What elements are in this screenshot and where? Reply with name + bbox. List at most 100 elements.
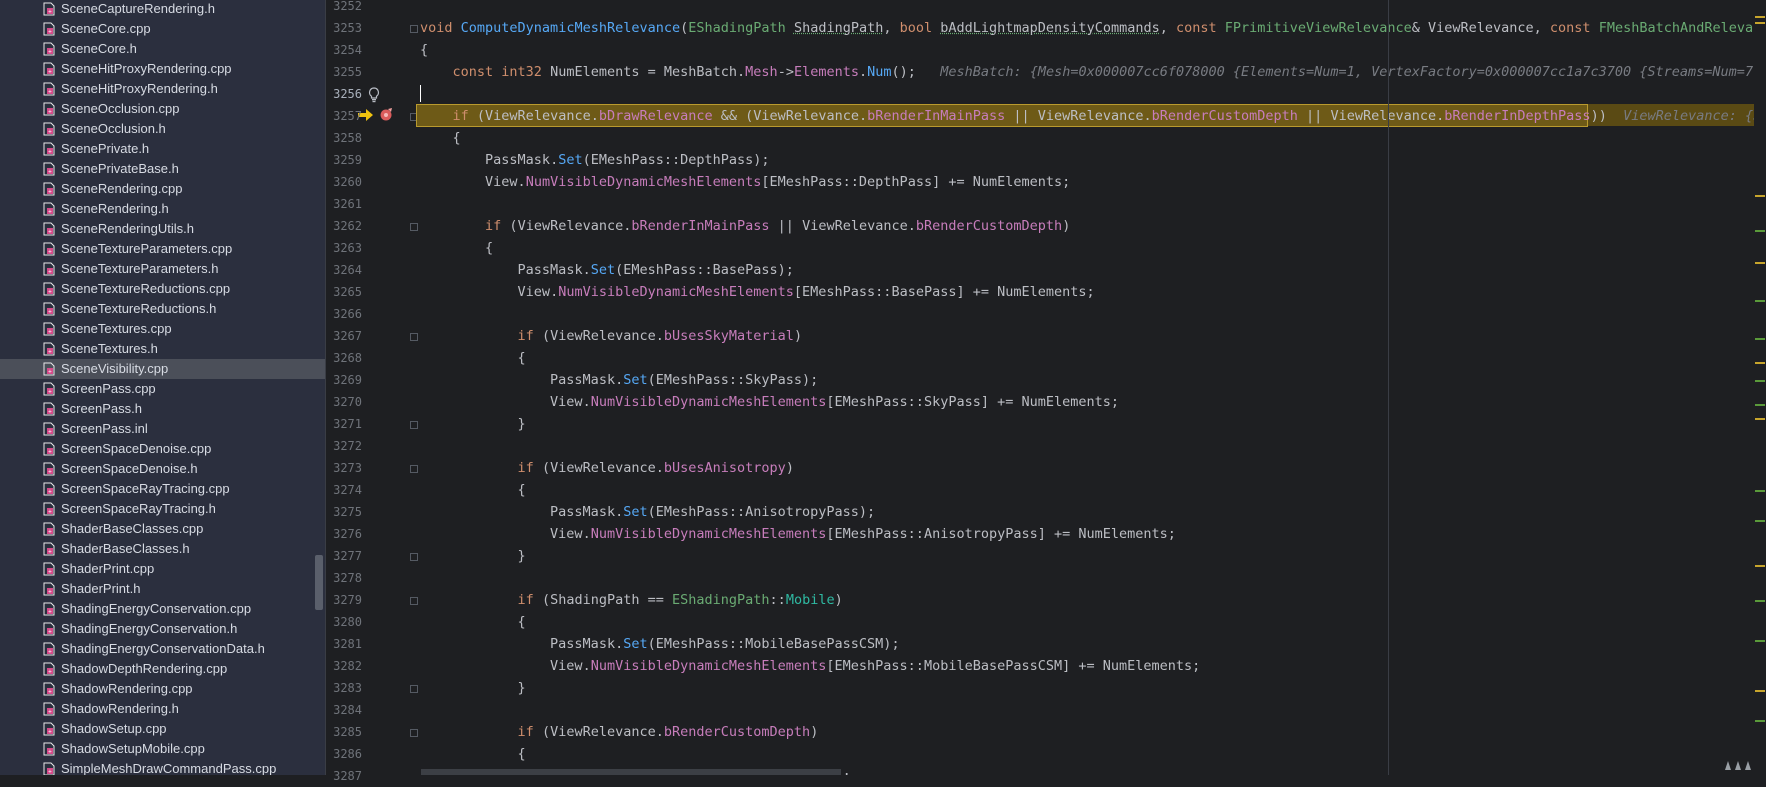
breakpoint-icon[interactable] (379, 107, 394, 122)
file-tree-item[interactable]: + SceneTextureReductions.h (0, 299, 325, 319)
code-line-3269[interactable]: PassMask.Set(EMeshPass::SkyPass); (420, 369, 818, 391)
line-number[interactable]: 3271 (326, 413, 362, 435)
file-tree-item[interactable]: + ShadowRendering.h (0, 699, 325, 719)
file-tree-item[interactable]: + ScenePrivateBase.h (0, 159, 325, 179)
file-tree-item[interactable]: + ShaderBaseClasses.cpp (0, 519, 325, 539)
file-tree-item[interactable]: + ScreenSpaceRayTracing.h (0, 499, 325, 519)
file-tree-item[interactable]: + SceneTextureReductions.cpp (0, 279, 325, 299)
line-number[interactable]: 3276 (326, 523, 362, 545)
code-line-3258[interactable]: { (420, 127, 461, 149)
line-number[interactable]: 3278 (326, 567, 362, 589)
line-number[interactable]: 3283 (326, 677, 362, 699)
file-tree-item[interactable]: + SceneRendering.h (0, 199, 325, 219)
code-line-3263[interactable]: { (420, 237, 493, 259)
line-number[interactable]: 3265 (326, 281, 362, 303)
line-number[interactable]: 3253 (326, 17, 362, 39)
line-number[interactable]: 3274 (326, 479, 362, 501)
file-tree-item[interactable]: + SceneVisibility.cpp (0, 359, 325, 379)
lightbulb-icon[interactable] (368, 87, 380, 103)
line-number[interactable]: 3258 (326, 127, 362, 149)
line-number[interactable]: 3275 (326, 501, 362, 523)
file-tree-item[interactable]: + SceneTextureParameters.cpp (0, 239, 325, 259)
line-number[interactable]: 3261 (326, 193, 362, 215)
line-number[interactable]: 3286 (326, 743, 362, 765)
line-number[interactable]: 3280 (326, 611, 362, 633)
file-tree-item[interactable]: + ShadowDepthRendering.cpp (0, 659, 325, 679)
line-number[interactable]: 3273 (326, 457, 362, 479)
line-number[interactable]: 3281 (326, 633, 362, 655)
line-number[interactable]: 3260 (326, 171, 362, 193)
file-tree-item[interactable]: + SimpleMeshDrawCommandPass.cpp (0, 759, 325, 775)
line-number[interactable]: 3284 (326, 699, 362, 721)
line-number[interactable]: 3255 (326, 61, 362, 83)
code-line-3275[interactable]: PassMask.Set(EMeshPass::AnisotropyPass); (420, 501, 875, 523)
file-tree-item[interactable]: + SceneCore.cpp (0, 19, 325, 39)
line-number[interactable]: 3285 (326, 721, 362, 743)
line-number[interactable]: 3259 (326, 149, 362, 171)
file-tree-item[interactable]: + ScreenPass.cpp (0, 379, 325, 399)
file-tree-item[interactable]: + ShadowSetup.cpp (0, 719, 325, 739)
file-tree-item[interactable]: + ShaderBaseClasses.h (0, 539, 325, 559)
code-line-3274[interactable]: { (420, 479, 526, 501)
code-line-3254[interactable]: { (420, 39, 428, 61)
code-line-3279[interactable]: if (ShadingPath == EShadingPath::Mobile) (420, 589, 843, 611)
line-number[interactable]: 3272 (326, 435, 362, 457)
file-tree-item[interactable]: + SceneTextures.cpp (0, 319, 325, 339)
file-tree-item[interactable]: + ShadowSetupMobile.cpp (0, 739, 325, 759)
error-stripe[interactable] (1754, 0, 1766, 775)
file-tree-item[interactable]: + ShadingEnergyConservation.h (0, 619, 325, 639)
file-tree-item[interactable]: + SceneCore.h (0, 39, 325, 59)
code-line-3270[interactable]: View.NumVisibleDynamicMeshElements[EMesh… (420, 391, 1119, 413)
code-line-3259[interactable]: PassMask.Set(EMeshPass::DepthPass); (420, 149, 770, 171)
line-number[interactable]: 3270 (326, 391, 362, 413)
code-line-3253[interactable]: void ComputeDynamicMeshRelevance(EShadin… (420, 17, 1754, 39)
file-tree-item[interactable]: + ScreenSpaceDenoise.cpp (0, 439, 325, 459)
line-number[interactable]: 3257 (326, 105, 362, 127)
line-number[interactable]: 3266 (326, 303, 362, 325)
code-editor[interactable]: void ComputeDynamicMeshRelevance(EShadin… (416, 0, 1754, 775)
line-number[interactable]: 3269 (326, 369, 362, 391)
code-line-3267[interactable]: if (ViewRelevance.bUsesSkyMaterial) (420, 325, 803, 347)
code-line-3280[interactable]: { (420, 611, 526, 633)
code-line-3268[interactable]: { (420, 347, 526, 369)
code-line-3271[interactable]: } (420, 413, 526, 435)
line-number[interactable]: 3287 (326, 765, 362, 787)
inspection-widget-icon[interactable] (1722, 759, 1752, 771)
file-tree-item[interactable]: + SceneTextures.h (0, 339, 325, 359)
code-line-3276[interactable]: View.NumVisibleDynamicMeshElements[EMesh… (420, 523, 1176, 545)
line-number[interactable]: 3267 (326, 325, 362, 347)
file-tree-item[interactable]: + ScreenPass.inl (0, 419, 325, 439)
line-number[interactable]: 3277 (326, 545, 362, 567)
line-number[interactable]: 3264 (326, 259, 362, 281)
code-line-3277[interactable]: } (420, 545, 526, 567)
file-tree-item[interactable]: + ShadingEnergyConservationData.h (0, 639, 325, 659)
file-tree-item[interactable]: + ShadingEnergyConservation.cpp (0, 599, 325, 619)
code-line-3257[interactable]: if (ViewRelevance.bDrawRelevance && (Vie… (420, 105, 1754, 127)
line-number[interactable]: 3254 (326, 39, 362, 61)
line-number[interactable]: 3279 (326, 589, 362, 611)
sidebar-scrollbar[interactable] (315, 555, 323, 610)
file-tree-item[interactable]: + SceneHitProxyRendering.cpp (0, 59, 325, 79)
file-tree-item[interactable]: + SceneHitProxyRendering.h (0, 79, 325, 99)
code-line-3286[interactable]: { (420, 743, 526, 765)
line-number[interactable]: 3256 (326, 83, 362, 105)
code-line-3260[interactable]: View.NumVisibleDynamicMeshElements[EMesh… (420, 171, 1070, 193)
file-tree-item[interactable]: + SceneOcclusion.cpp (0, 99, 325, 119)
line-number[interactable]: 3268 (326, 347, 362, 369)
file-tree-item[interactable]: + ScreenSpaceRayTracing.cpp (0, 479, 325, 499)
file-tree-item[interactable]: + ShaderPrint.h (0, 579, 325, 599)
file-tree-item[interactable]: + ScreenSpaceDenoise.h (0, 459, 325, 479)
code-line-3285[interactable]: if (ViewRelevance.bRenderCustomDepth) (420, 721, 819, 743)
line-number[interactable]: 3252 (326, 0, 362, 17)
file-tree-item[interactable]: + SceneOcclusion.h (0, 119, 325, 139)
file-tree-item[interactable]: + SceneCaptureRendering.h (0, 0, 325, 19)
file-tree-item[interactable]: + SceneTextureParameters.h (0, 259, 325, 279)
code-line-3265[interactable]: View.NumVisibleDynamicMeshElements[EMesh… (420, 281, 1095, 303)
code-line-3264[interactable]: PassMask.Set(EMeshPass::BasePass); (420, 259, 794, 281)
file-tree-item[interactable]: + ShaderPrint.cpp (0, 559, 325, 579)
code-line-3262[interactable]: if (ViewRelevance.bRenderInMainPass || V… (420, 215, 1070, 237)
line-number[interactable]: 3282 (326, 655, 362, 677)
file-tree-item[interactable]: + ShadowRendering.cpp (0, 679, 325, 699)
code-line-3255[interactable]: const int32 NumElements = MeshBatch.Mesh… (420, 61, 1754, 83)
code-line-3282[interactable]: View.NumVisibleDynamicMeshElements[EMesh… (420, 655, 1200, 677)
